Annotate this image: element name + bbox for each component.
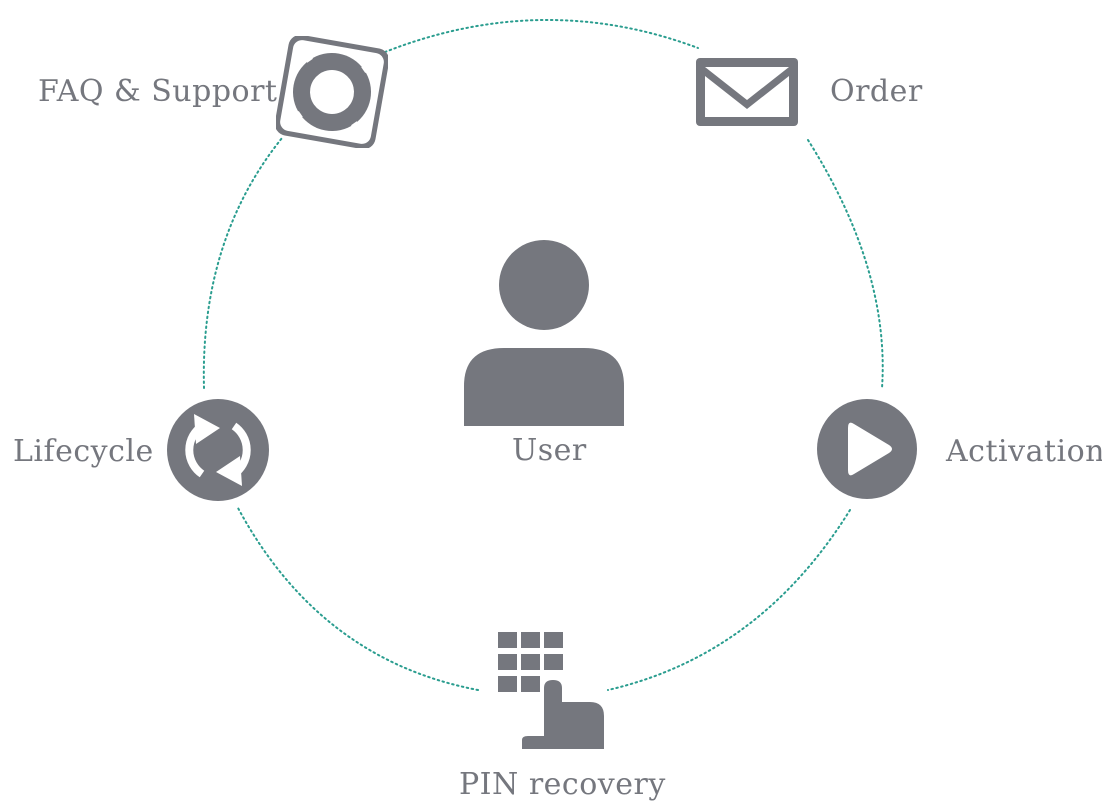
node-label-pin-recovery[interactable]: PIN recovery (459, 770, 666, 800)
envelope-icon[interactable] (696, 58, 798, 126)
ring-arc-lifecycle-faq (202, 137, 283, 389)
node-label-order[interactable]: Order (830, 77, 923, 107)
center-label-user: User (512, 433, 587, 468)
keypad-icon[interactable] (498, 632, 606, 750)
ring-arc-pin-lifecycle (237, 507, 479, 691)
ring-arc-activation-pin (607, 509, 851, 691)
play-icon[interactable] (816, 398, 918, 500)
lifebuoy-icon[interactable] (276, 36, 388, 148)
node-label-activation[interactable]: Activation (946, 437, 1102, 467)
ring-arc-order-activation (807, 139, 884, 389)
ring-arc-faq-order (384, 18, 699, 53)
node-label-faq[interactable]: FAQ & Support (38, 77, 277, 107)
refresh-icon[interactable] (166, 398, 270, 502)
user-services-diagram: User FAQ & Support Order Activation PIN … (0, 0, 1102, 801)
node-label-lifecycle[interactable]: Lifecycle (13, 437, 154, 467)
user-icon (464, 240, 624, 426)
